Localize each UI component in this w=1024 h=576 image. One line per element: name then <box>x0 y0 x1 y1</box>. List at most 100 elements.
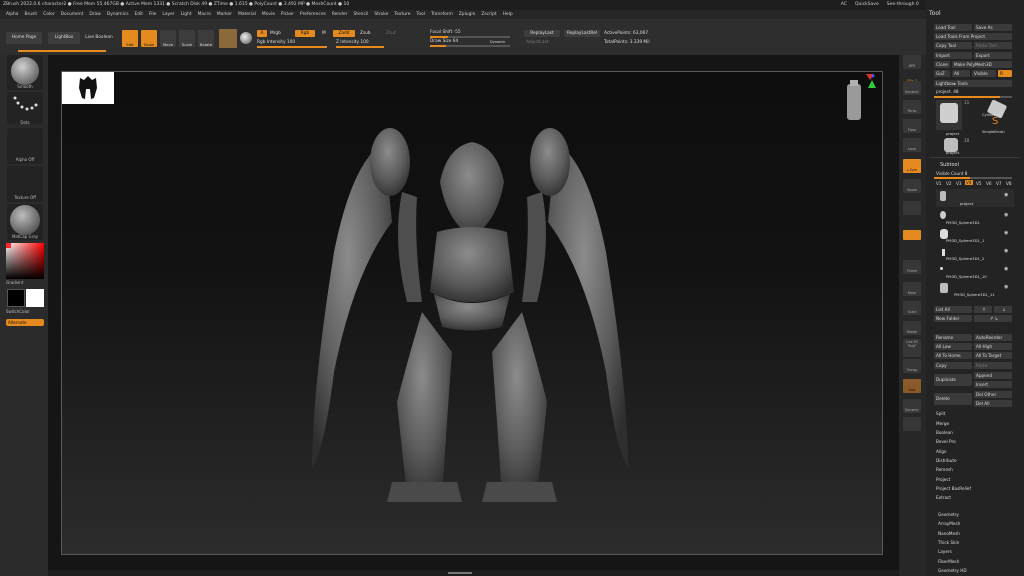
version-v2[interactable]: V2 <box>946 181 952 186</box>
all-low-button[interactable]: All Low <box>934 343 972 350</box>
draw-mode-button[interactable]: Draw <box>141 30 157 47</box>
secondary-color-swatch[interactable] <box>26 289 44 307</box>
lightbox-button[interactable]: LightBox <box>48 32 80 44</box>
dynamic-button[interactable]: Dynamic <box>903 81 921 95</box>
frame-box-icon[interactable] <box>903 417 921 431</box>
split-menu[interactable]: Split <box>934 410 1012 417</box>
rotate-mode-button[interactable]: Rotate <box>198 30 214 47</box>
save-as-button[interactable]: Save As <box>974 24 1012 31</box>
zcut-toggle[interactable]: Zcut <box>386 31 396 36</box>
draw-size-slider[interactable]: Draw Size 64 <box>430 39 458 44</box>
project-count-slider[interactable]: project. 48 <box>936 89 959 94</box>
document-canvas[interactable] <box>61 71 883 555</box>
menu-transform[interactable]: Transform <box>431 10 453 19</box>
eye-icon[interactable]: ◉ <box>1004 212 1008 218</box>
menu-tool[interactable]: Tool <box>416 10 425 19</box>
copy-button[interactable]: Copy <box>934 362 972 369</box>
primary-color-swatch[interactable] <box>7 289 25 307</box>
version-v5[interactable]: V5 <box>976 181 982 186</box>
subtool-row[interactable]: PM3D_Sphere3D1_11 ◉ <box>936 281 1014 299</box>
make-polymesh3d-button[interactable]: Make PolyMesh3D <box>952 61 1012 68</box>
menu-help[interactable]: Help <box>503 10 513 19</box>
menu-movie[interactable]: Movie <box>262 10 275 19</box>
section-thick-skin[interactable]: Thick Skin <box>938 540 959 545</box>
menu-stroke[interactable]: Stroke <box>374 10 388 19</box>
version-v6[interactable]: V6 <box>986 181 992 186</box>
eye-icon[interactable]: ◉ <box>1004 230 1008 236</box>
load-tool-button[interactable]: Load Tool <box>934 24 972 31</box>
new-folder-button[interactable]: New Folder <box>934 315 972 322</box>
alternate-button[interactable]: Alternate <box>6 319 44 326</box>
scale-view-button[interactable]: Scale <box>903 301 921 315</box>
polyframe-button[interactable]: Line Fill PolyF <box>903 339 921 357</box>
frame-button[interactable]: Frame <box>903 260 921 274</box>
gradient-label[interactable]: Gradient <box>6 280 30 286</box>
section-arraymesh[interactable]: ArrayMesh <box>938 521 960 526</box>
move-mode-button[interactable]: Move <box>160 30 176 47</box>
replay-last-button[interactable]: ReplayLast <box>524 30 560 37</box>
replay-last-rel-button[interactable]: ReplayLastRel <box>564 30 600 37</box>
menu-document[interactable]: Document <box>61 10 84 19</box>
transp-button[interactable]: Transp <box>903 359 921 373</box>
menu-picker[interactable]: Picker <box>281 10 294 19</box>
dynamic-solo-button[interactable]: Dynamic <box>903 399 921 413</box>
dynamic-toggle[interactable]: Dynamic <box>490 40 505 44</box>
floor-button[interactable]: Floor <box>903 119 921 133</box>
tool-thumb-project[interactable] <box>936 100 962 130</box>
del-other-button[interactable]: Del Other <box>974 391 1012 398</box>
mrgb-toggle[interactable]: Mrgb <box>270 31 281 36</box>
load-tools-from-project-button[interactable]: Load Tools From Project <box>934 33 1012 40</box>
menu-light[interactable]: Light <box>181 10 192 19</box>
subtool-row[interactable]: PM3D_Sphere3D1_1 ◉ <box>936 227 1014 245</box>
zadd-toggle[interactable]: Zadd <box>333 30 355 37</box>
eye-icon[interactable]: ◉ <box>1004 248 1008 254</box>
material-icon[interactable] <box>219 29 237 48</box>
live-boolean-button[interactable]: Live Boolean <box>82 32 116 44</box>
list-all-button[interactable]: List All <box>934 306 972 313</box>
subtool-header[interactable]: Subtool <box>940 162 959 168</box>
import-button[interactable]: Import <box>934 52 972 59</box>
z-intensity-slider[interactable]: Z Intensity 100 <box>336 40 369 45</box>
version-v8[interactable]: V8 <box>1006 181 1012 186</box>
menu-render[interactable]: Render <box>332 10 348 19</box>
paste-tool-button[interactable]: Paste Tool <box>974 42 1012 49</box>
menu-edit[interactable]: Edit <box>135 10 144 19</box>
subtool-row[interactable]: project ◉ <box>936 189 1014 207</box>
align-menu[interactable]: Align <box>934 448 1012 455</box>
all-high-button[interactable]: All High <box>974 343 1012 350</box>
seethrough-slider[interactable]: See-through 0 <box>887 0 919 10</box>
menu-zscript[interactable]: Zscript <box>481 10 496 19</box>
eye-icon[interactable]: ◉ <box>1004 192 1008 198</box>
lock-button[interactable] <box>903 201 921 215</box>
project-menu[interactable]: Project <box>934 476 1012 483</box>
subtool-row[interactable]: PM3D_Sphere3D1_2 ◉ <box>936 245 1014 263</box>
xyz-button[interactable] <box>903 230 921 240</box>
bpr-button[interactable]: BPR <box>903 55 921 69</box>
version-v3[interactable]: V3 <box>956 181 962 186</box>
lightbox-tools-button[interactable]: Lightbox▸ Tools <box>934 80 1012 87</box>
focal-shift-slider[interactable]: Focal Shift -55 <box>430 30 461 35</box>
brush-sphere-icon[interactable] <box>240 32 252 44</box>
section-nanomesh[interactable]: NanoMesh <box>938 531 960 536</box>
remesh-menu[interactable]: Remesh <box>934 466 1012 473</box>
ac-button[interactable]: AC <box>841 0 847 10</box>
eye-icon[interactable]: ◉ <box>1004 266 1008 272</box>
section-geometry-hd[interactable]: Geometry HD <box>938 568 967 573</box>
home-page-button[interactable]: Home Page <box>6 32 42 44</box>
solo-button[interactable]: Solo <box>903 379 921 393</box>
move-folder-icon[interactable]: ↱ ↳ <box>974 315 1012 322</box>
section-fibermesh[interactable]: FiberMesh <box>938 559 959 564</box>
menu-macro[interactable]: Macro <box>198 10 211 19</box>
tool-panel-title[interactable]: Tool <box>929 10 941 17</box>
rename-button[interactable]: Rename <box>934 334 972 341</box>
scale-mode-button[interactable]: Scale <box>179 30 195 47</box>
m-toggle[interactable]: M <box>322 31 326 36</box>
menu-texture[interactable]: Texture <box>394 10 410 19</box>
all-to-target-button[interactable]: All To Target <box>974 352 1012 359</box>
project-basrelief-menu[interactable]: Project BasRelief <box>934 485 1012 492</box>
menu-draw[interactable]: Draw <box>89 10 100 19</box>
simplebrush-icon[interactable]: S <box>992 117 1002 127</box>
quicksave-button[interactable]: QuickSave <box>855 0 879 10</box>
menu-color[interactable]: Color <box>43 10 54 19</box>
version-v7[interactable]: V7 <box>996 181 1002 186</box>
